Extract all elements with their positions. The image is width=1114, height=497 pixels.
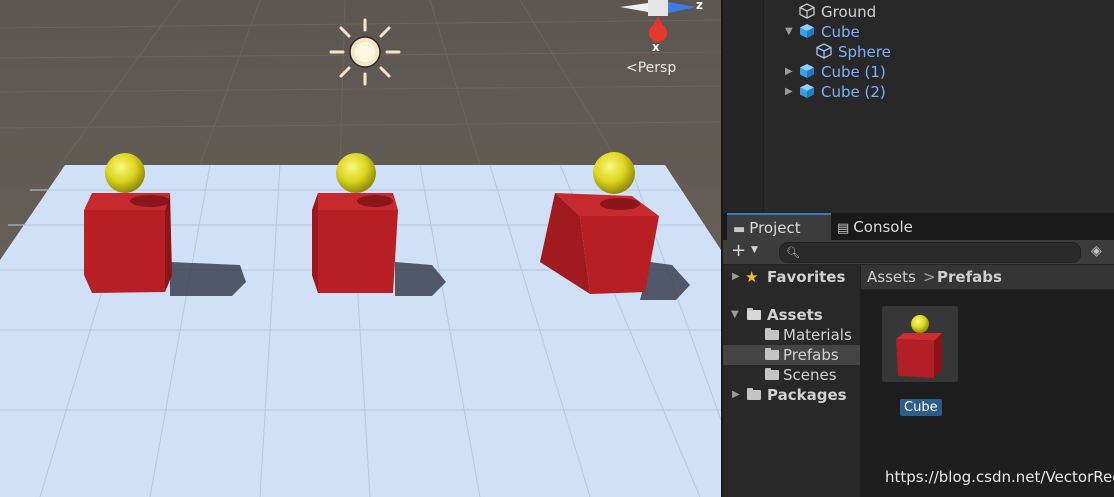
project-tab-bar: ▬ Project ▤ Console	[723, 213, 1114, 242]
add-asset-button[interactable]: +	[731, 241, 746, 261]
tab-label: Project	[749, 219, 801, 237]
scene-view[interactable]: z x <Persp	[0, 0, 721, 497]
foldout-collapsed-icon[interactable]: ▶	[732, 267, 740, 287]
projection-toggle[interactable]: <Persp	[626, 60, 676, 76]
tree-item-scenes[interactable]: Scenes	[723, 365, 860, 385]
foldout-collapsed-icon[interactable]: ▶	[732, 385, 740, 405]
sphere-object	[105, 153, 145, 193]
foldout-collapsed-icon[interactable]: ▶	[785, 62, 795, 82]
gizmo-x-label: x	[652, 40, 660, 54]
hierarchy-item-cube-1[interactable]: ▶ Cube (1)	[785, 62, 886, 82]
tab-label: Console	[853, 218, 913, 236]
hierarchy-item-label: Cube (1)	[821, 63, 886, 81]
search-icon: 🔍︎	[786, 246, 800, 259]
asset-browser: Assets > Prefabs Cube	[861, 265, 1114, 497]
foldout-expanded-icon[interactable]: ▼	[785, 22, 795, 42]
foldout-expanded-icon[interactable]: ▼	[731, 305, 739, 325]
watermark: https://blog.csdn.net/VectorRed	[885, 468, 1114, 486]
project-folder-tree: ▶ ★ Favorites ▼ Assets Materials Prefabs…	[723, 265, 861, 497]
search-input[interactable]	[800, 244, 1076, 261]
tree-item-materials[interactable]: Materials	[723, 325, 860, 345]
gizmo-z-label: z	[696, 0, 703, 12]
foldout-collapsed-icon[interactable]: ▶	[785, 82, 795, 102]
hierarchy-item-cube-2[interactable]: ▶ Cube (2)	[785, 82, 886, 102]
prefab-icon	[800, 24, 814, 38]
folder-icon	[765, 368, 779, 380]
tree-item-label: Assets	[767, 306, 823, 324]
folder-open-icon	[747, 308, 761, 320]
hierarchy-item-cube[interactable]: ▼ Cube	[785, 22, 860, 42]
tree-item-label: Favorites	[767, 268, 846, 286]
hierarchy-item-label: Sphere	[838, 43, 891, 61]
folder-icon	[747, 388, 761, 400]
cube-1-object[interactable]	[312, 193, 398, 293]
tree-item-assets[interactable]: ▼ Assets	[723, 305, 860, 325]
breadcrumb: Assets > Prefabs	[861, 265, 1114, 290]
tab-console[interactable]: ▤ Console	[831, 214, 919, 240]
prefab-thumbnail	[896, 315, 942, 378]
directional-light-icon[interactable]	[329, 18, 401, 86]
console-icon: ▤	[837, 221, 850, 236]
hierarchy-item-label: Cube (2)	[821, 83, 886, 101]
prefab-icon	[800, 84, 814, 98]
star-icon: ★	[745, 268, 759, 286]
tree-item-favorites[interactable]: ▶ ★ Favorites	[723, 267, 860, 287]
folder-icon	[765, 328, 779, 340]
hierarchy-item-ground[interactable]: Ground	[799, 2, 876, 22]
prefab-child-icon	[816, 43, 832, 59]
tab-project[interactable]: ▬ Project	[727, 213, 831, 242]
cube-object[interactable]	[84, 193, 172, 293]
tree-item-label: Materials	[783, 326, 852, 344]
chevron-down-icon[interactable]: ▼	[751, 245, 758, 255]
tree-item-label: Prefabs	[783, 346, 839, 364]
tree-item-label: Scenes	[783, 366, 837, 384]
asset-tile-cube[interactable]	[882, 306, 958, 382]
scene-canvas[interactable]	[0, 0, 721, 497]
sphere-2-object	[593, 152, 635, 194]
hierarchy-item-label: Cube	[821, 23, 860, 41]
project-panel: ▬ Project ▤ Console + ▼ 🔍︎ ◈ ▶ ★ Favorites…	[723, 213, 1114, 497]
tree-item-packages[interactable]: ▶ Packages	[723, 385, 860, 405]
breadcrumb-item-prefabs[interactable]: Prefabs	[937, 265, 1002, 289]
breadcrumb-separator: >	[923, 268, 936, 286]
hierarchy-gutter	[723, 0, 764, 213]
search-field[interactable]: 🔍︎	[779, 242, 1081, 263]
hierarchy-item-sphere[interactable]: Sphere	[816, 42, 891, 62]
project-toolbar: + ▼ 🔍︎ ◈	[723, 240, 1114, 265]
folder-icon: ▬	[733, 222, 746, 237]
asset-label[interactable]: Cube	[900, 399, 942, 416]
folder-icon	[765, 348, 779, 360]
sphere-1-object	[336, 153, 376, 193]
tree-item-label: Packages	[767, 386, 847, 404]
filter-by-type-icon[interactable]: ◈	[1091, 243, 1102, 259]
prefab-icon	[800, 64, 814, 78]
tree-item-prefabs[interactable]: Prefabs	[723, 345, 860, 365]
gameobject-icon	[799, 3, 815, 19]
breadcrumb-item-assets[interactable]: Assets	[867, 265, 916, 289]
hierarchy-item-label: Ground	[821, 3, 877, 21]
hierarchy-panel: Ground ▼ Cube Sphere ▶ Cube (1) ▶ Cube (…	[723, 0, 1114, 213]
